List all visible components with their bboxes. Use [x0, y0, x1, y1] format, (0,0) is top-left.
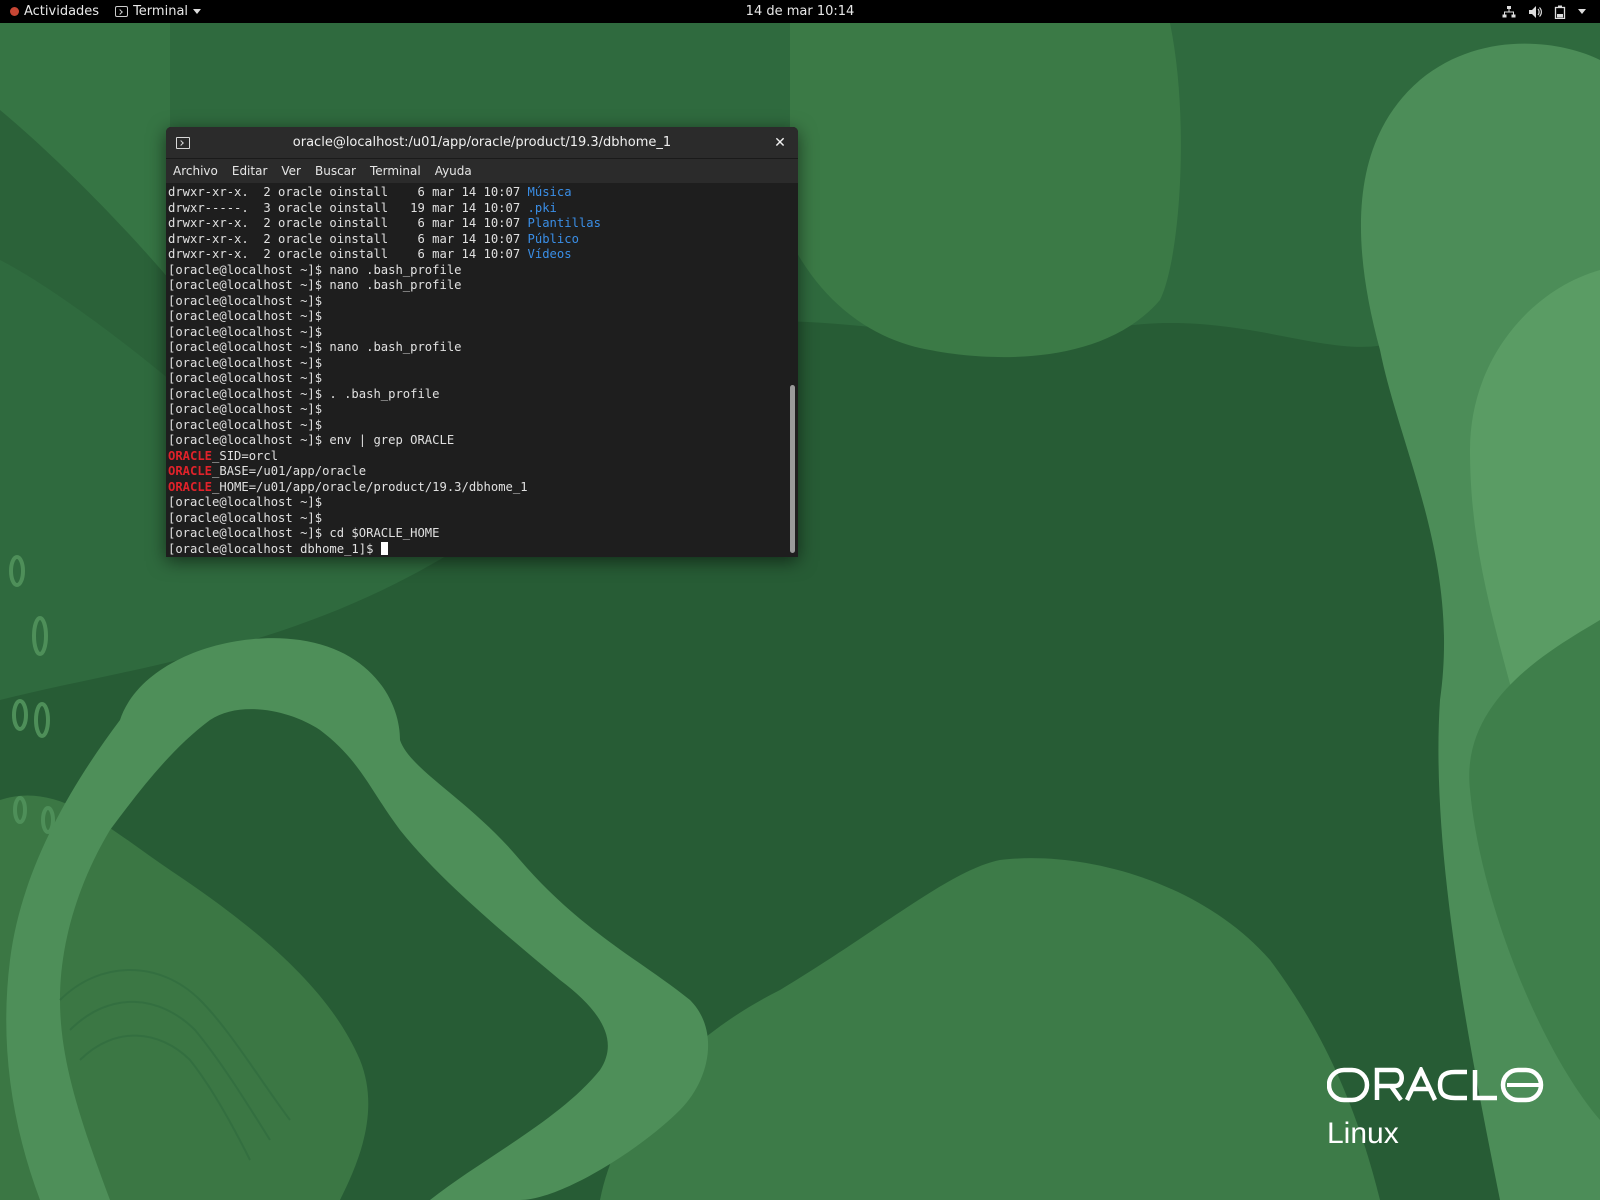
terminal-line: [oracle@localhost ~]$ — [168, 371, 786, 387]
terminal-line-text: [oracle@localhost ~]$ nano .bash_profile — [168, 278, 462, 292]
close-button[interactable]: ✕ — [770, 133, 790, 153]
chevron-down-icon — [193, 9, 202, 14]
terminal-line-text: drwxr-----. 3 oracle oinstall 19 mar 14 … — [168, 200, 528, 215]
terminal-line: drwxr-xr-x. 2 oracle oinstall 6 mar 14 1… — [168, 216, 786, 232]
terminal-icon — [176, 137, 190, 149]
terminal-line-text: [oracle@localhost dbhome_1]$ — [168, 541, 381, 556]
system-menu[interactable] — [1502, 0, 1586, 23]
terminal-line-text: drwxr-xr-x. 2 oracle oinstall 6 mar 14 1… — [168, 185, 528, 199]
menu-ayuda[interactable]: Ayuda — [435, 164, 472, 178]
oracle-dot-icon — [10, 7, 19, 16]
terminal-output[interactable]: drwxr-xr-x. 2 oracle oinstall 6 mar 14 1… — [166, 183, 786, 557]
terminal-line: [oracle@localhost ~]$ — [168, 356, 786, 372]
terminal-line: ORACLE_SID=orcl — [168, 449, 786, 465]
terminal-line-text: [oracle@localhost ~]$ — [168, 355, 323, 370]
terminal-line-text: _BASE=/u01/app/oracle — [212, 464, 367, 478]
grep-match: ORACLE — [168, 479, 213, 494]
scrollbar[interactable] — [789, 185, 795, 555]
terminal-line: [oracle@localhost ~]$ . .bash_profile — [168, 387, 786, 403]
terminal-line: [oracle@localhost ~]$ — [168, 294, 786, 310]
scrollbar-thumb[interactable] — [790, 385, 795, 553]
directory-name: Música — [527, 185, 572, 199]
text-cursor — [380, 541, 388, 555]
terminal-line: [oracle@localhost ~]$ nano .bash_profile — [168, 340, 786, 356]
terminal-line-text: _HOME=/u01/app/oracle/product/19.3/dbhom… — [212, 479, 528, 494]
terminal-line: [oracle@localhost ~]$ env | grep ORACLE — [168, 433, 786, 449]
terminal-line: [oracle@localhost ~]$ — [168, 402, 786, 418]
terminal-line-text: drwxr-xr-x. 2 oracle oinstall 6 mar 14 1… — [168, 231, 528, 246]
terminal-line-text: [oracle@localhost ~]$ nano .bash_profile — [168, 262, 462, 277]
terminal-line: ORACLE_HOME=/u01/app/oracle/product/19.3… — [168, 480, 786, 496]
terminal-line: drwxr-----. 3 oracle oinstall 19 mar 14 … — [168, 201, 786, 217]
terminal-line-text: [oracle@localhost ~]$ — [168, 293, 323, 308]
terminal-line-text: [oracle@localhost ~]$ — [168, 309, 323, 323]
chevron-down-icon — [1578, 9, 1586, 14]
terminal-line: drwxr-xr-x. 2 oracle oinstall 6 mar 14 1… — [168, 232, 786, 248]
terminal-line-text: drwxr-xr-x. 2 oracle oinstall 6 mar 14 1… — [168, 247, 528, 261]
menu-terminal[interactable]: Terminal — [370, 164, 421, 178]
volume-icon — [1529, 5, 1542, 18]
menu-ver[interactable]: Ver — [281, 164, 301, 178]
app-menu-label: Terminal — [133, 4, 189, 19]
activities-label: Actividades — [24, 4, 100, 19]
directory-name: .pki — [527, 200, 557, 215]
terminal-line-text: _SID=orcl — [212, 448, 279, 463]
terminal-line-text: [oracle@localhost ~]$ nano .bash_profile — [168, 340, 462, 354]
window-titlebar[interactable]: oracle@localhost:/u01/app/oracle/product… — [166, 127, 798, 159]
menu-editar[interactable]: Editar — [232, 164, 268, 178]
terminal-line: [oracle@localhost ~]$ nano .bash_profile — [168, 278, 786, 294]
terminal-line: [oracle@localhost ~]$ — [168, 511, 786, 527]
terminal-line: [oracle@localhost ~]$ cd $ORACLE_HOME — [168, 526, 786, 542]
terminal-line: [oracle@localhost ~]$ — [168, 495, 786, 511]
top-panel: Actividades Terminal 14 de mar 10:14 — [0, 0, 1600, 23]
terminal-line-text: [oracle@localhost ~]$ — [168, 371, 323, 385]
close-icon: ✕ — [774, 135, 786, 151]
terminal-line-text: [oracle@localhost ~]$ — [168, 417, 323, 432]
activities-button[interactable]: Actividades — [10, 4, 99, 19]
terminal-line-text: [oracle@localhost ~]$ — [168, 324, 323, 339]
terminal-menubar: Archivo Editar Ver Buscar Terminal Ayuda — [166, 159, 798, 183]
window-title: oracle@localhost:/u01/app/oracle/product… — [292, 135, 672, 150]
terminal-line: [oracle@localhost ~]$ — [168, 325, 786, 341]
grep-match: ORACLE — [168, 448, 213, 463]
terminal-line-text: [oracle@localhost ~]$ . .bash_profile — [168, 386, 440, 401]
terminal-line-text: drwxr-xr-x. 2 oracle oinstall 6 mar 14 1… — [168, 216, 528, 230]
menu-archivo[interactable]: Archivo — [173, 164, 218, 178]
clock[interactable]: 14 de mar 10:14 — [746, 4, 855, 19]
terminal-line: [oracle@localhost ~]$ — [168, 309, 786, 325]
terminal-line: drwxr-xr-x. 2 oracle oinstall 6 mar 14 1… — [168, 185, 786, 201]
product-name: Linux — [1327, 1117, 1399, 1150]
network-icon — [1502, 5, 1516, 17]
terminal-icon — [115, 6, 129, 17]
terminal-line: drwxr-xr-x. 2 oracle oinstall 6 mar 14 1… — [168, 247, 786, 263]
directory-name: Vídeos — [527, 247, 572, 261]
oracle-wordmark — [1326, 1064, 1544, 1103]
terminal-line-text: [oracle@localhost ~]$ cd $ORACLE_HOME — [168, 526, 440, 540]
terminal-line: [oracle@localhost dbhome_1]$ — [168, 541, 786, 558]
terminal-line-text: [oracle@localhost ~]$ env | grep ORACLE — [168, 433, 455, 447]
oracle-linux-logo: Linux — [1326, 1064, 1547, 1150]
terminal-line: [oracle@localhost ~]$ nano .bash_profile — [168, 263, 786, 279]
terminal-window[interactable]: oracle@localhost:/u01/app/oracle/product… — [166, 127, 798, 557]
terminal-line: ORACLE_BASE=/u01/app/oracle — [168, 464, 786, 480]
directory-name: Plantillas — [527, 216, 601, 230]
terminal-line: [oracle@localhost ~]$ — [168, 418, 786, 434]
terminal-line-text: [oracle@localhost ~]$ — [168, 402, 323, 416]
menu-buscar[interactable]: Buscar — [315, 164, 356, 178]
app-menu-button[interactable]: Terminal — [115, 4, 202, 19]
battery-icon — [1554, 5, 1566, 19]
terminal-line-text: [oracle@localhost ~]$ — [168, 510, 323, 525]
grep-match: ORACLE — [168, 464, 213, 478]
terminal-line-text: [oracle@localhost ~]$ — [168, 495, 323, 509]
directory-name: Público — [527, 231, 579, 246]
